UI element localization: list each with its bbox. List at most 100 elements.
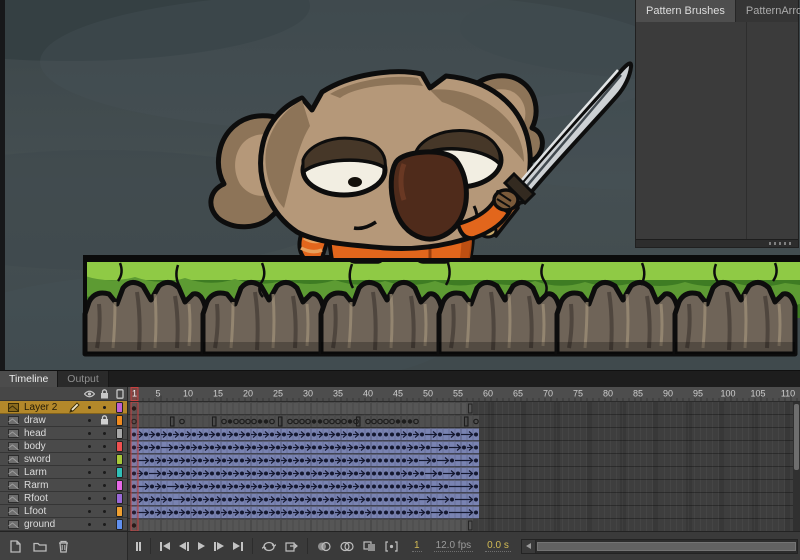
- frame-actions-button[interactable]: [282, 537, 301, 555]
- lock-unlock-all-layers-button[interactable]: [97, 389, 112, 399]
- layer-visibility-toggle[interactable]: [82, 523, 97, 526]
- layer-name[interactable]: Rarm: [24, 480, 67, 491]
- layer-lock-toggle[interactable]: [97, 471, 112, 474]
- layer-row-draw[interactable]: draw: [0, 414, 127, 427]
- layer-visibility-toggle[interactable]: [82, 432, 97, 435]
- timeline-toolbar: 1 12.0 fps 0.0 s: [0, 531, 800, 560]
- layer-name[interactable]: sword: [24, 454, 67, 465]
- step-back-button[interactable]: [176, 539, 192, 554]
- layer-lock-toggle[interactable]: [97, 458, 112, 461]
- layer-visibility-toggle[interactable]: [82, 471, 97, 474]
- layer-row-larm[interactable]: Larm: [0, 466, 127, 479]
- layer-row-lfoot[interactable]: Lfoot: [0, 505, 127, 518]
- ground-platform[interactable]: [83, 255, 800, 355]
- timeline-vertical-scrollbar-thumb[interactable]: [794, 404, 799, 470]
- lock-icon: [100, 415, 109, 425]
- layer-outline-color-swatch[interactable]: [112, 428, 127, 439]
- layer-lock-toggle[interactable]: [97, 415, 112, 425]
- layer-name[interactable]: draw: [24, 415, 67, 426]
- layer-outline-color-swatch[interactable]: [112, 402, 127, 413]
- layer-visibility-toggle[interactable]: [82, 484, 97, 487]
- layer-lock-toggle[interactable]: [97, 510, 112, 513]
- layer-outline-color-swatch[interactable]: [112, 454, 127, 465]
- layer-visibility-toggle[interactable]: [82, 445, 97, 448]
- svg-text:80: 80: [603, 389, 613, 399]
- layer-lock-toggle[interactable]: [97, 484, 112, 487]
- layer-name[interactable]: Layer 2: [24, 402, 67, 413]
- loop-button[interactable]: [259, 538, 279, 555]
- show-hide-all-layers-button[interactable]: [82, 390, 97, 398]
- onion-skin-button[interactable]: [314, 538, 334, 555]
- tab-timeline[interactable]: Timeline: [0, 371, 58, 387]
- timeline-ruler[interactable]: 5101520253035404550556065707580859095100…: [128, 387, 800, 402]
- frame-rate-field[interactable]: 12.0 fps: [434, 540, 474, 552]
- layer-outline-color-swatch[interactable]: [112, 519, 127, 530]
- current-frame-field[interactable]: 1: [412, 540, 422, 552]
- go-to-first-frame-button[interactable]: [157, 539, 173, 554]
- svg-text:95: 95: [693, 389, 703, 399]
- svg-text:45: 45: [393, 389, 403, 399]
- center-frame-button[interactable]: [133, 539, 144, 554]
- layer-name[interactable]: Rfoot: [24, 493, 67, 504]
- delete-layer-button[interactable]: [58, 540, 69, 553]
- modify-markers-button[interactable]: [382, 538, 401, 555]
- layer-lock-toggle[interactable]: [97, 445, 112, 448]
- new-layer-button[interactable]: [9, 540, 22, 553]
- layer-type-icon: [8, 442, 19, 451]
- layer-lock-toggle[interactable]: [97, 523, 112, 526]
- panel-tab-pattern-brushes[interactable]: Pattern Brushes: [636, 0, 736, 22]
- layer-lock-toggle[interactable]: [97, 432, 112, 435]
- step-forward-button[interactable]: [211, 539, 227, 554]
- layer-row-layer-2[interactable]: Layer 2: [0, 401, 127, 414]
- svg-text:70: 70: [543, 389, 553, 399]
- layer-row-rarm[interactable]: Rarm: [0, 479, 127, 492]
- layer-type-icon: [8, 468, 19, 477]
- layer-row-head[interactable]: head: [0, 427, 127, 440]
- layer-visibility-toggle[interactable]: [82, 406, 97, 409]
- layer-outline-color-swatch[interactable]: [112, 415, 127, 426]
- layer-name[interactable]: Lfoot: [24, 506, 67, 517]
- panel-resize-grip[interactable]: [769, 242, 793, 245]
- layer-lock-toggle[interactable]: [97, 406, 112, 409]
- layer-outline-color-swatch[interactable]: [112, 493, 127, 504]
- layer-name[interactable]: body: [24, 441, 67, 452]
- layer-row-rfoot[interactable]: Rfoot: [0, 492, 127, 505]
- pattern-panel-body[interactable]: [636, 22, 798, 240]
- panel-tab-patternarrow[interactable]: PatternArrow: [736, 0, 800, 22]
- layer-row-ground[interactable]: ground: [0, 518, 127, 531]
- play-button[interactable]: [195, 539, 208, 553]
- layer-type-icon: [8, 494, 19, 503]
- outline-all-layers-button[interactable]: [112, 389, 127, 399]
- timeline-horizontal-scrollbar[interactable]: [521, 539, 798, 554]
- layer-visibility-toggle[interactable]: [82, 419, 97, 422]
- layer-outline-color-swatch[interactable]: [112, 467, 127, 478]
- svg-text:75: 75: [573, 389, 583, 399]
- layer-visibility-toggle[interactable]: [82, 510, 97, 513]
- layer-name[interactable]: ground: [24, 519, 67, 530]
- tab-output[interactable]: Output: [58, 371, 109, 387]
- layer-type-icon: [8, 520, 19, 529]
- edit-multiple-frames-button[interactable]: [360, 538, 379, 555]
- layer-name[interactable]: Larm: [24, 467, 67, 478]
- layer-visibility-toggle[interactable]: [82, 497, 97, 500]
- svg-text:35: 35: [333, 389, 343, 399]
- svg-text:55: 55: [453, 389, 463, 399]
- layer-outline-color-swatch[interactable]: [112, 480, 127, 491]
- layer-row-body[interactable]: body: [0, 440, 127, 453]
- scrollbar-thumb[interactable]: [537, 542, 796, 551]
- pattern-panel-tabbar: Pattern BrushesPatternArrow: [636, 0, 798, 23]
- frames-grid[interactable]: [128, 402, 800, 531]
- layer-outline-color-swatch[interactable]: [112, 441, 127, 452]
- layer-row-sword[interactable]: sword: [0, 453, 127, 466]
- scroll-left-button[interactable]: [522, 540, 536, 553]
- layer-lock-toggle[interactable]: [97, 497, 112, 500]
- new-folder-button[interactable]: [33, 541, 47, 552]
- layer-outline-color-swatch[interactable]: [112, 506, 127, 517]
- elapsed-time-field[interactable]: 0.0 s: [485, 540, 511, 552]
- svg-text:20: 20: [243, 389, 253, 399]
- toolbar-separator: [150, 538, 151, 554]
- go-to-last-frame-button[interactable]: [230, 539, 246, 554]
- onion-skin-outlines-button[interactable]: [337, 538, 357, 555]
- layer-visibility-toggle[interactable]: [82, 458, 97, 461]
- layer-name[interactable]: head: [24, 428, 67, 439]
